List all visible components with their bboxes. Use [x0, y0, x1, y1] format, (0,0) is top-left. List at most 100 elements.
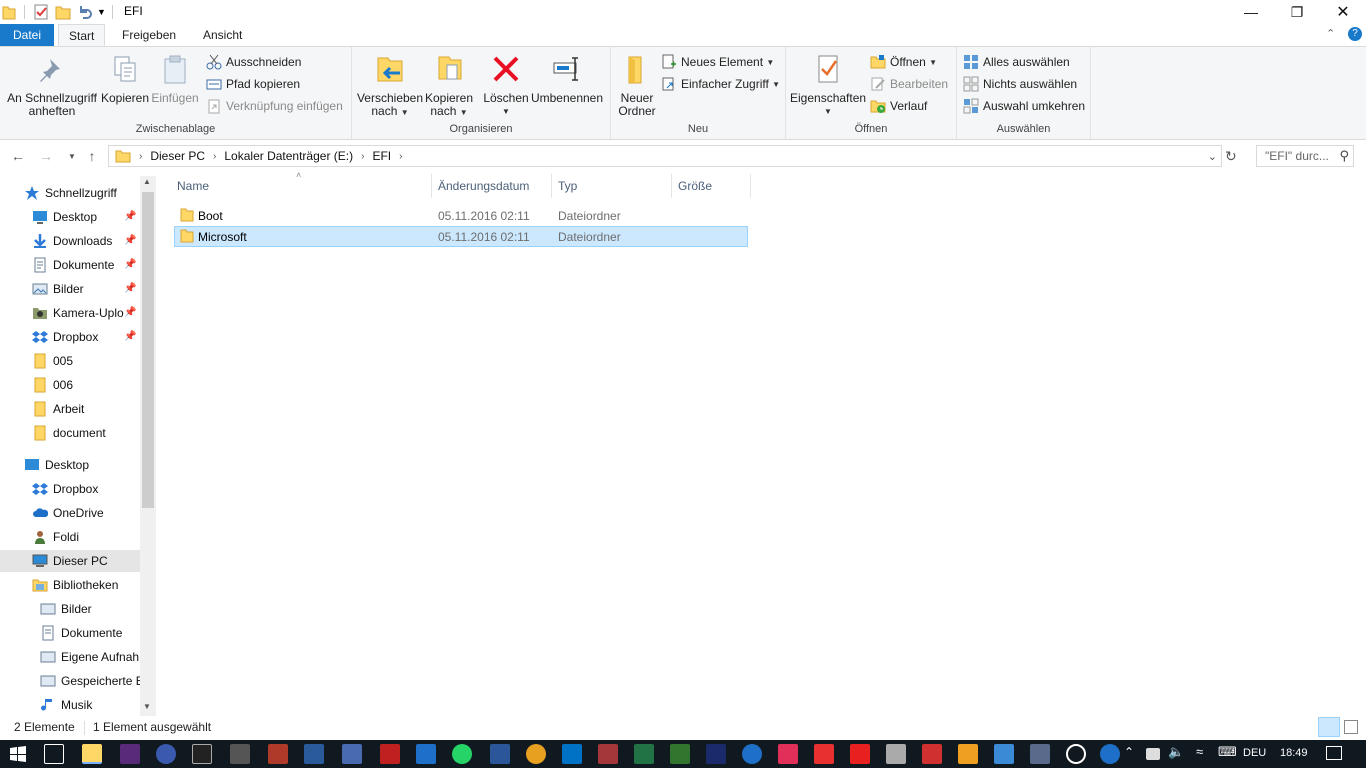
- up-button[interactable]: ↑: [82, 146, 102, 166]
- wifi-tray-icon[interactable]: ≈: [1196, 744, 1203, 759]
- nav-libraries[interactable]: Bibliotheken: [32, 574, 118, 596]
- column-divider[interactable]: [750, 174, 751, 198]
- scroll-up-icon[interactable]: ▲: [143, 177, 151, 186]
- access-taskbar-icon[interactable]: [598, 744, 618, 764]
- breadcrumb-efi[interactable]: EFI: [372, 149, 391, 163]
- word-taskbar-icon[interactable]: [490, 744, 510, 764]
- clock[interactable]: 18:49: [1280, 747, 1308, 759]
- app-taskbar-icon[interactable]: [850, 744, 870, 764]
- recent-locations-button[interactable]: ▼: [62, 146, 82, 166]
- back-button[interactable]: ←: [8, 146, 28, 166]
- tab-share[interactable]: Freigeben: [112, 24, 186, 46]
- column-header-name[interactable]: Name: [177, 178, 209, 194]
- refresh-button[interactable]: ↻: [1225, 148, 1237, 165]
- breadcrumb-drive[interactable]: Lokaler Datenträger (E:): [224, 149, 353, 163]
- copy-to-button[interactable]: Kopieren nach ▼: [424, 53, 474, 119]
- tab-view[interactable]: Ansicht: [193, 24, 252, 46]
- open-button[interactable]: Öffnen ▼: [870, 52, 937, 72]
- breadcrumb-this-pc[interactable]: Dieser PC: [150, 149, 205, 163]
- app-taskbar-icon[interactable]: [268, 744, 288, 764]
- cut-button[interactable]: Ausschneiden: [206, 52, 301, 72]
- help-tray-icon[interactable]: [1100, 744, 1120, 764]
- app-taskbar-icon[interactable]: [342, 744, 362, 764]
- settings-taskbar-icon[interactable]: [1066, 744, 1086, 764]
- select-none-button[interactable]: Nichts auswählen: [963, 74, 1077, 94]
- nav-camera-uploads[interactable]: Kamera-Uplo: [32, 302, 124, 324]
- nav-lib-saved-pictures[interactable]: Gespeicherte B: [40, 670, 144, 692]
- battery-tray-icon[interactable]: [1146, 748, 1160, 760]
- details-view-icon[interactable]: [1318, 717, 1340, 737]
- download-taskbar-icon[interactable]: [814, 744, 834, 764]
- restore-button[interactable]: ❐: [1274, 0, 1320, 24]
- easy-access-button[interactable]: Einfacher Zugriff ▼: [661, 74, 780, 94]
- app-taskbar-icon[interactable]: [380, 744, 400, 764]
- tab-start[interactable]: Start: [58, 24, 106, 46]
- nav-quick-access[interactable]: Schnellzugriff: [24, 182, 117, 204]
- large-icons-view-icon[interactable]: [1344, 720, 1358, 734]
- history-button[interactable]: Verlauf: [870, 96, 927, 116]
- app-taskbar-icon[interactable]: [1030, 744, 1050, 764]
- pin-quick-access-button[interactable]: An Schnellzugriff anheften: [6, 53, 98, 118]
- customize-toolbar-icon[interactable]: ▼: [97, 7, 106, 17]
- language-indicator[interactable]: DEU: [1243, 747, 1266, 759]
- app-taskbar-icon[interactable]: [994, 744, 1014, 764]
- nav-lib-documents[interactable]: Dokumente: [40, 622, 122, 644]
- nav-desktop[interactable]: Desktop: [24, 454, 89, 476]
- new-folder-quick-icon[interactable]: [55, 4, 71, 20]
- select-all-button[interactable]: Alles auswählen: [963, 52, 1070, 72]
- terminal-taskbar-icon[interactable]: [192, 744, 212, 764]
- nav-downloads[interactable]: Downloads: [32, 230, 112, 252]
- app-taskbar-icon[interactable]: [886, 744, 906, 764]
- forward-button[interactable]: →: [36, 146, 56, 166]
- nav-onedrive[interactable]: OneDrive: [32, 502, 104, 524]
- column-divider[interactable]: [551, 174, 552, 198]
- app-taskbar-icon[interactable]: [120, 744, 140, 764]
- powershell-taskbar-icon[interactable]: [304, 744, 324, 764]
- onedrive-taskbar-icon[interactable]: [742, 744, 762, 764]
- outlook-taskbar-icon[interactable]: [562, 744, 582, 764]
- nav-dropbox-pinned[interactable]: Dropbox: [32, 326, 98, 348]
- tab-file[interactable]: Datei: [0, 24, 54, 46]
- nav-desktop-pinned[interactable]: Desktop: [32, 206, 97, 228]
- address-bar[interactable]: › Dieser PC › Lokaler Datenträger (E:) ›…: [108, 145, 1222, 167]
- move-to-button[interactable]: Verschieben nach ▼: [356, 53, 424, 119]
- app-taskbar-icon[interactable]: [958, 744, 978, 764]
- column-header-type[interactable]: Typ: [558, 178, 577, 194]
- breadcrumb-separator-icon[interactable]: ›: [399, 151, 402, 162]
- tray-overflow-icon[interactable]: ⌃: [1124, 745, 1134, 759]
- nav-user-foldi[interactable]: Foldi: [32, 526, 79, 548]
- file-row[interactable]: Boot 05.11.2016 02:11 Dateiordner: [174, 205, 748, 226]
- address-dropdown-icon[interactable]: ⌄: [1208, 150, 1217, 163]
- app-taskbar-icon[interactable]: [156, 744, 176, 764]
- whatsapp-taskbar-icon[interactable]: [452, 744, 472, 764]
- app-taskbar-icon[interactable]: [230, 744, 250, 764]
- nav-lib-pictures[interactable]: Bilder: [40, 598, 92, 620]
- nav-folder-006[interactable]: 006: [32, 374, 73, 396]
- app-taskbar-icon[interactable]: [706, 744, 726, 764]
- nav-this-pc[interactable]: Dieser PC: [0, 550, 140, 572]
- rename-button[interactable]: Umbenennen: [530, 53, 604, 105]
- task-view-icon[interactable]: [44, 744, 64, 764]
- notifications-icon[interactable]: [1326, 746, 1342, 760]
- search-input[interactable]: "EFI" durc... ⚲: [1256, 145, 1354, 167]
- invert-selection-button[interactable]: Auswahl umkehren: [963, 96, 1085, 116]
- column-divider[interactable]: [431, 174, 432, 198]
- nav-folder-005[interactable]: 005: [32, 350, 73, 372]
- excel-taskbar-icon[interactable]: [634, 744, 654, 764]
- column-header-date[interactable]: Änderungsdatum: [438, 178, 529, 194]
- chrome-taskbar-icon[interactable]: [526, 744, 546, 764]
- windows-start-icon[interactable]: [10, 746, 26, 762]
- column-header-size[interactable]: Größe: [678, 178, 712, 194]
- app-taskbar-icon[interactable]: [778, 744, 798, 764]
- nav-folder-arbeit[interactable]: Arbeit: [32, 398, 84, 420]
- nav-scrollbar-thumb[interactable]: [142, 192, 154, 508]
- nav-folder-document[interactable]: document: [32, 422, 106, 444]
- help-icon[interactable]: ?: [1348, 27, 1362, 41]
- paste-shortcut-button[interactable]: Verknüpfung einfügen: [206, 96, 343, 116]
- volume-tray-icon[interactable]: 🔈: [1168, 744, 1184, 760]
- close-button[interactable]: ✕: [1320, 0, 1366, 24]
- edit-button[interactable]: Bearbeiten: [870, 74, 948, 94]
- minimize-button[interactable]: —: [1228, 0, 1274, 24]
- nav-documents[interactable]: Dokumente: [32, 254, 114, 276]
- breadcrumb-separator-icon[interactable]: ›: [213, 151, 216, 162]
